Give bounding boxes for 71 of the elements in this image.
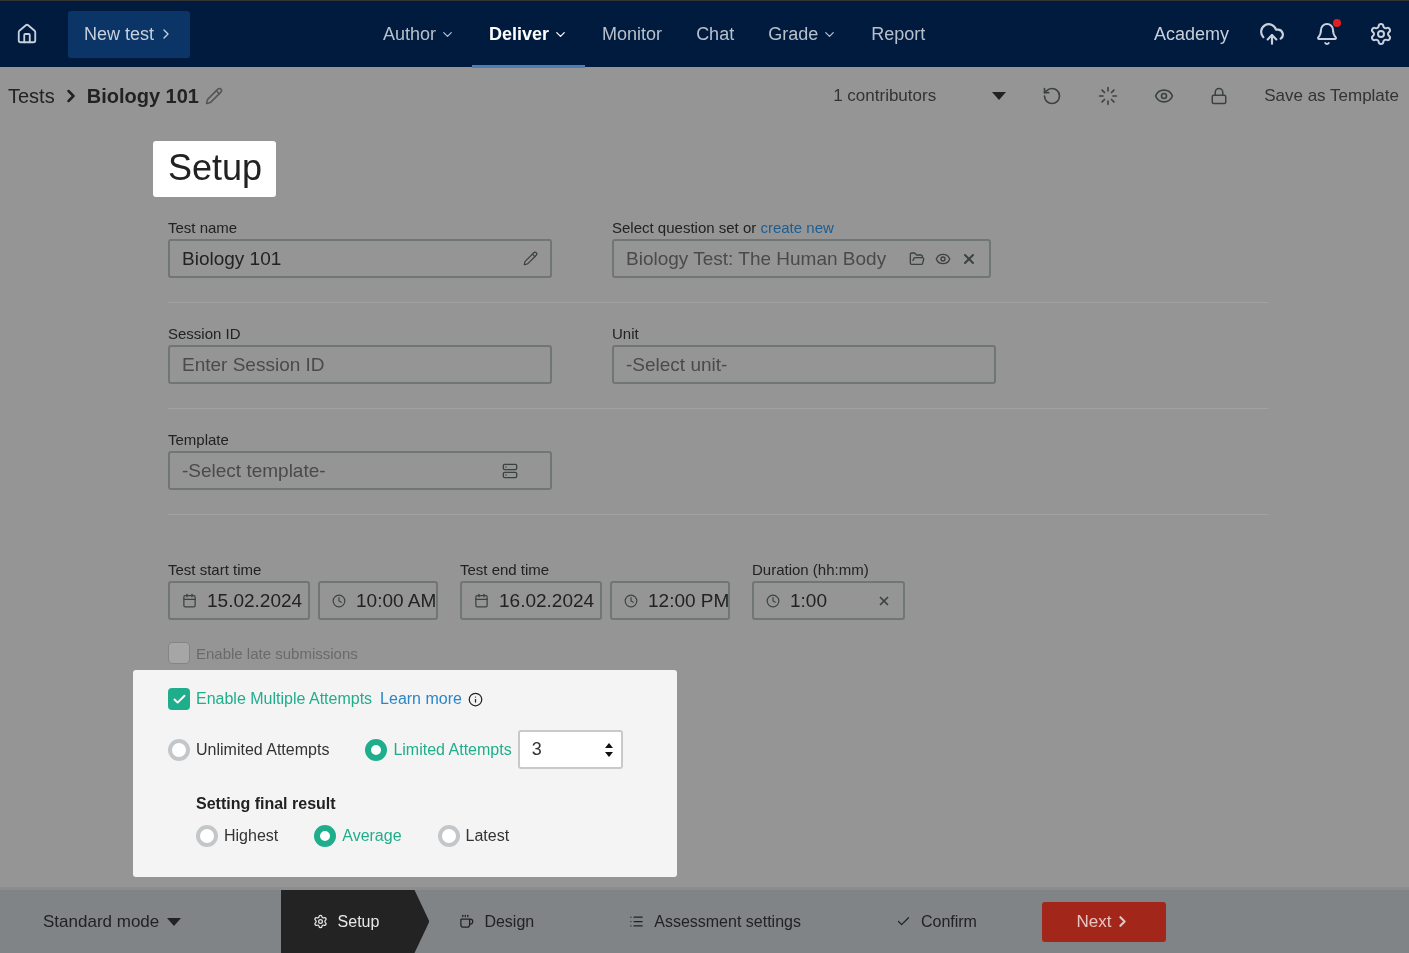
nav-menu-item[interactable]: Grade xyxy=(751,0,855,68)
field-label: Session ID xyxy=(168,325,242,342)
date-field[interactable]: 15.02.2024 xyxy=(168,581,310,620)
folder-icon[interactable] xyxy=(909,250,925,267)
contributors-label: 1 contributors xyxy=(833,86,937,106)
checkbox[interactable] xyxy=(168,688,190,710)
upload-icon[interactable] xyxy=(1259,21,1285,47)
checkbox-label: Enable Multiple Attempts xyxy=(196,690,373,708)
nav-menu-item[interactable]: Author xyxy=(366,0,473,68)
radio-label: Latest xyxy=(465,827,510,845)
unit-select[interactable]: -Select unit- xyxy=(612,345,996,384)
page-title: Setup xyxy=(153,141,277,197)
radio-label: Unlimited Attempts xyxy=(196,740,330,759)
lock-icon[interactable] xyxy=(1210,87,1229,105)
learn-more-link[interactable]: Learn more xyxy=(380,690,462,708)
field-label: Test end time xyxy=(460,561,551,578)
template-select[interactable]: -Select template- xyxy=(168,451,552,490)
radio-button[interactable] xyxy=(196,825,218,847)
clock-icon xyxy=(766,593,780,608)
mode-dropdown[interactable]: Standard mode xyxy=(37,910,281,933)
new-test-button[interactable]: New test xyxy=(68,10,190,58)
radio-label: Average xyxy=(342,827,402,845)
nav-menu-item[interactable]: Chat xyxy=(679,0,752,68)
dropdown-caret-icon[interactable] xyxy=(992,92,1007,100)
notification-bell-icon[interactable] xyxy=(1315,22,1339,46)
radio-button[interactable] xyxy=(168,738,190,761)
field-label: Unit xyxy=(612,325,640,342)
section-title: Setting final result xyxy=(196,795,337,813)
duration-field[interactable]: 1:00 xyxy=(752,581,905,620)
attempts-number-input[interactable]: 3 xyxy=(517,730,623,769)
radio-label: Highest xyxy=(224,827,279,845)
session-id-input[interactable]: Enter Session ID xyxy=(168,345,552,384)
question-set-field[interactable]: Biology Test: The Human Body xyxy=(612,239,991,278)
radio-button[interactable] xyxy=(314,825,337,847)
date-field[interactable]: 16.02.2024 xyxy=(460,581,602,620)
test-name-field[interactable]: Biology 101 xyxy=(168,239,552,278)
field-label: Template xyxy=(168,431,230,448)
field-label: Test name xyxy=(168,219,239,236)
gear-icon xyxy=(312,914,328,929)
field-label: Duration (hh:mm) xyxy=(752,561,870,578)
radio-label: Limited Attempts xyxy=(393,740,512,759)
home-icon[interactable] xyxy=(16,23,38,45)
radio-button[interactable] xyxy=(365,738,388,761)
clock-icon xyxy=(332,593,346,608)
pencil-icon[interactable] xyxy=(204,87,223,105)
cup-icon xyxy=(459,914,475,929)
field-label: Test start time xyxy=(168,561,263,578)
step-tab[interactable]: Confirm xyxy=(865,890,1007,953)
step-tab[interactable]: Setup xyxy=(280,890,430,953)
calendar-icon xyxy=(474,593,489,608)
history-icon[interactable] xyxy=(1042,86,1063,106)
clock-icon xyxy=(624,593,638,608)
preview-eye-icon[interactable] xyxy=(1154,86,1175,106)
calendar-icon xyxy=(182,593,197,608)
info-icon xyxy=(467,691,483,707)
pencil-icon xyxy=(523,251,538,266)
nav-menu-item[interactable]: Deliver xyxy=(472,0,586,68)
time-field[interactable]: 10:00 AM xyxy=(318,581,438,620)
nav-menu-item[interactable]: Monitor xyxy=(585,0,680,68)
breadcrumb-link[interactable]: Tests xyxy=(8,84,55,108)
settings-icon[interactable] xyxy=(1369,22,1393,46)
next-button[interactable]: Next xyxy=(1041,901,1166,942)
field-label: Select question set or create new xyxy=(612,219,835,236)
radio-button[interactable] xyxy=(437,825,460,847)
step-tab[interactable]: Assessment settings xyxy=(599,890,831,953)
save-as-template-link[interactable]: Save as Template xyxy=(1264,86,1399,106)
breadcrumb-current: Biology 101 xyxy=(86,84,199,108)
time-field[interactable]: 12:00 PM xyxy=(610,581,730,620)
step-tab[interactable]: Design xyxy=(429,890,565,953)
nav-menu-item[interactable]: Report xyxy=(854,0,943,68)
academy-link[interactable]: Academy xyxy=(1153,23,1229,45)
